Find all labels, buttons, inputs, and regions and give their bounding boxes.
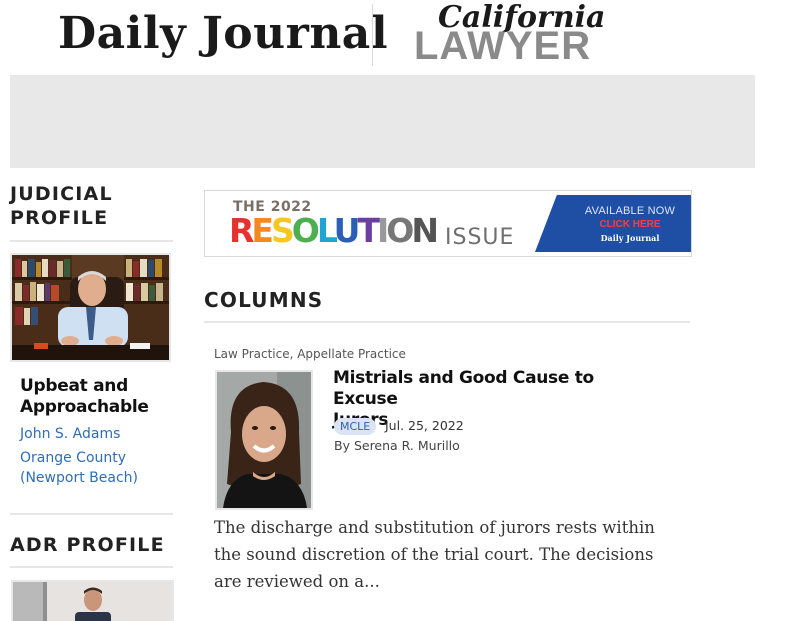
banner-resolution-letter: I — [376, 211, 389, 250]
section-divider — [10, 566, 173, 568]
author-portrait-image — [217, 372, 311, 508]
banner-resolution-word: RESOLUTION — [229, 211, 439, 250]
section-divider — [10, 240, 173, 242]
section-divider — [204, 321, 690, 323]
article-title-line2: Jurors — [333, 410, 663, 431]
banner-resolution-letter: E — [251, 211, 273, 250]
california-lawyer-logo-bottom: LAWYER — [414, 24, 592, 68]
banner-resolution-letter: O — [386, 211, 414, 250]
banner-issue-word: ISSUE — [445, 225, 515, 250]
location-line2: (Newport Beach) — [20, 470, 138, 486]
adr-portrait-image — [13, 582, 172, 621]
columns-section-title: COLUMNS — [204, 288, 324, 312]
headline-line1: Upbeat and — [20, 376, 128, 396]
banner-click-here[interactable]: CLICK HERE — [572, 219, 688, 230]
article-date: Jul. 25, 2022 — [385, 418, 464, 433]
judicial-profile-photo[interactable] — [10, 253, 171, 362]
mcle-badge: MCLE — [334, 418, 377, 435]
article-title-link[interactable]: Mistrials and Good Cause to Excuse Juror… — [333, 368, 663, 431]
judicial-profile-section: JUDICIAL PROFILE Upbeat and Approachable… — [10, 182, 173, 488]
excerpt-line2: the sound discretion of the trial court.… — [214, 545, 654, 564]
adr-profile-photo[interactable] — [11, 580, 174, 621]
adr-profile-title: ADR PROFILE — [10, 534, 165, 556]
judge-portrait-image — [12, 255, 169, 360]
resolution-issue-banner[interactable]: THE 2022 RESOLUTION ISSUE AVAILABLE NOW … — [204, 190, 692, 257]
daily-journal-logo[interactable]: Daily Journal — [58, 6, 388, 62]
judicial-profile-title-line1: JUDICIAL — [10, 183, 113, 205]
banner-resolution-letter: U — [333, 211, 361, 250]
author-photo[interactable] — [215, 370, 313, 510]
banner-resolution-letter: L — [316, 211, 337, 250]
headline-line2: Approachable — [20, 397, 149, 417]
excerpt-line1: The discharge and substitution of jurors… — [214, 518, 655, 537]
banner-brand: Daily Journal — [600, 233, 660, 243]
location-line1: Orange County — [20, 450, 127, 466]
banner-resolution-letter: T — [357, 211, 379, 250]
banner-resolution-letter: S — [270, 211, 295, 250]
article-title-line1: Mistrials and Good Cause to Excuse — [333, 368, 594, 409]
banner-resolution-letter: N — [411, 211, 439, 250]
california-lawyer-logo[interactable]: California LAWYER — [414, 0, 614, 68]
ad-banner-placeholder[interactable] — [10, 75, 755, 168]
judge-location-link[interactable]: Orange County (Newport Beach) — [10, 448, 173, 488]
banner-resolution-letter: O — [291, 211, 320, 250]
banner-resolution-letter: R — [229, 211, 254, 250]
judicial-profile-headline[interactable]: Upbeat and Approachable — [10, 376, 173, 418]
judge-name-link[interactable]: John S. Adams — [10, 424, 173, 444]
section-divider — [10, 513, 173, 515]
excerpt-line3: are reviewed on a... — [214, 572, 380, 591]
banner-available-now: AVAILABLE NOW — [584, 205, 676, 217]
article-author[interactable]: By Serena R. Murillo — [334, 438, 460, 453]
article-category[interactable]: Law Practice, Appellate Practice — [214, 347, 406, 361]
article-excerpt: The discharge and substitution of jurors… — [214, 514, 674, 595]
header-divider — [372, 4, 373, 66]
judicial-profile-title: JUDICIAL PROFILE — [10, 182, 173, 230]
judicial-profile-title-line2: PROFILE — [10, 207, 109, 229]
